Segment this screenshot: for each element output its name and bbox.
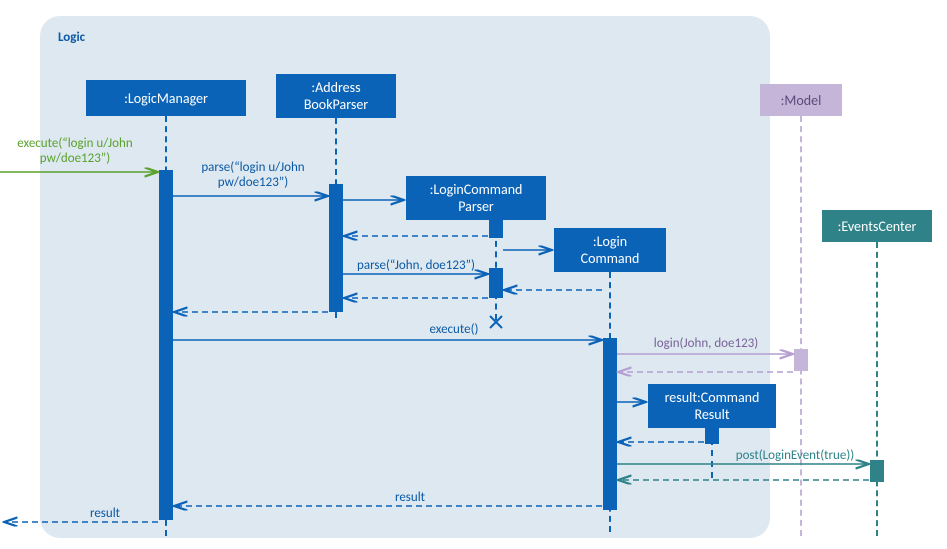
participant-label: result:Command Result [665,389,760,423]
activation-logicmanager [159,170,173,520]
participant-logincommand: :Login Command [554,228,666,272]
participant-commandresult: result:Command Result [648,384,776,428]
participant-eventscenter: :EventsCenter [822,210,932,242]
participant-logincommandparser: :LoginCommand Parser [406,176,546,220]
activation-logincommandparser-2 [489,268,503,298]
msg-result1: result [380,490,440,505]
participant-label: :LoginCommand Parser [430,181,523,215]
activation-logincommandparser-1 [489,220,503,238]
msg-post: post(LoginEvent(true)) [720,448,870,463]
activation-eventscenter [870,460,884,482]
participant-label: :Address BookParser [304,79,368,113]
sequence-diagram: Logic :LogicManager :Address BookParser … [0,0,947,549]
participant-addressbookparser: :Address BookParser [276,74,396,118]
msg-execute-in: execute(“login u/John pw/doe123”) [0,136,150,166]
participant-model: :Model [760,84,842,116]
activation-logincommand [603,338,617,510]
msg-parse2: parse(“John, doe123”) [344,258,488,273]
participant-label: :EventsCenter [838,218,917,235]
msg-execute: execute() [414,322,494,337]
msg-result2: result [80,506,130,521]
participant-label: :LogicManager [124,90,208,107]
participant-label: :Model [781,92,822,109]
lifeline-eventscenter [876,242,878,536]
lifeline-model [800,116,802,536]
msg-login: login(John, doe123) [636,336,776,351]
participant-logicmanager: :LogicManager [86,80,246,116]
activation-addressbookparser [329,184,343,312]
activation-commandresult [705,428,719,444]
activation-model [794,349,808,371]
msg-parse1: parse(“login u/John pw/doe123”) [178,160,328,190]
logic-frame-label: Logic [58,30,85,45]
participant-label: :Login Command [581,233,640,267]
